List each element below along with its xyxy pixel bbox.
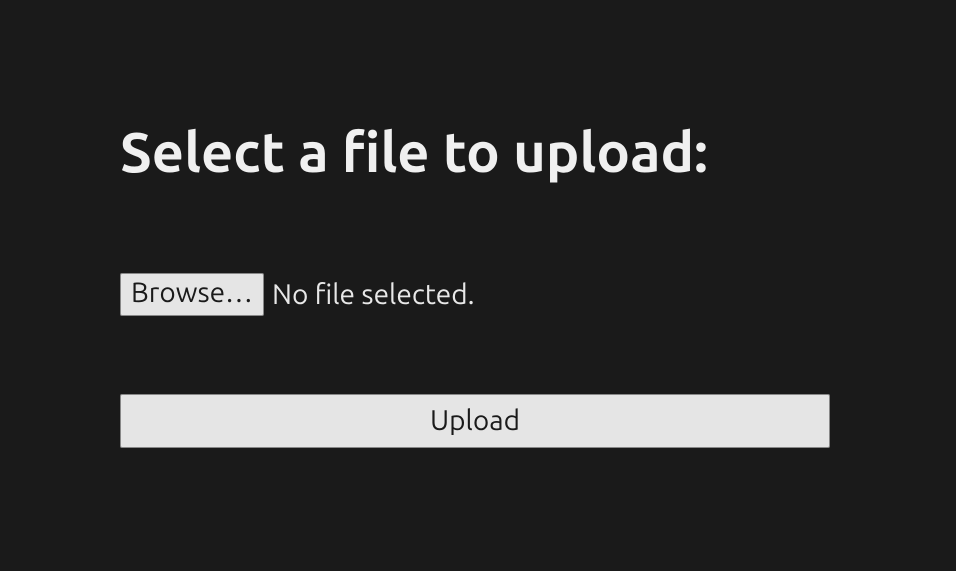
upload-button[interactable]: Upload [120,394,830,448]
browse-button[interactable]: Browse… [120,273,264,316]
page-title: Select a file to upload: [120,120,836,183]
file-input-row: Browse… No file selected. [120,273,836,316]
file-status-text: No file selected. [272,279,475,310]
